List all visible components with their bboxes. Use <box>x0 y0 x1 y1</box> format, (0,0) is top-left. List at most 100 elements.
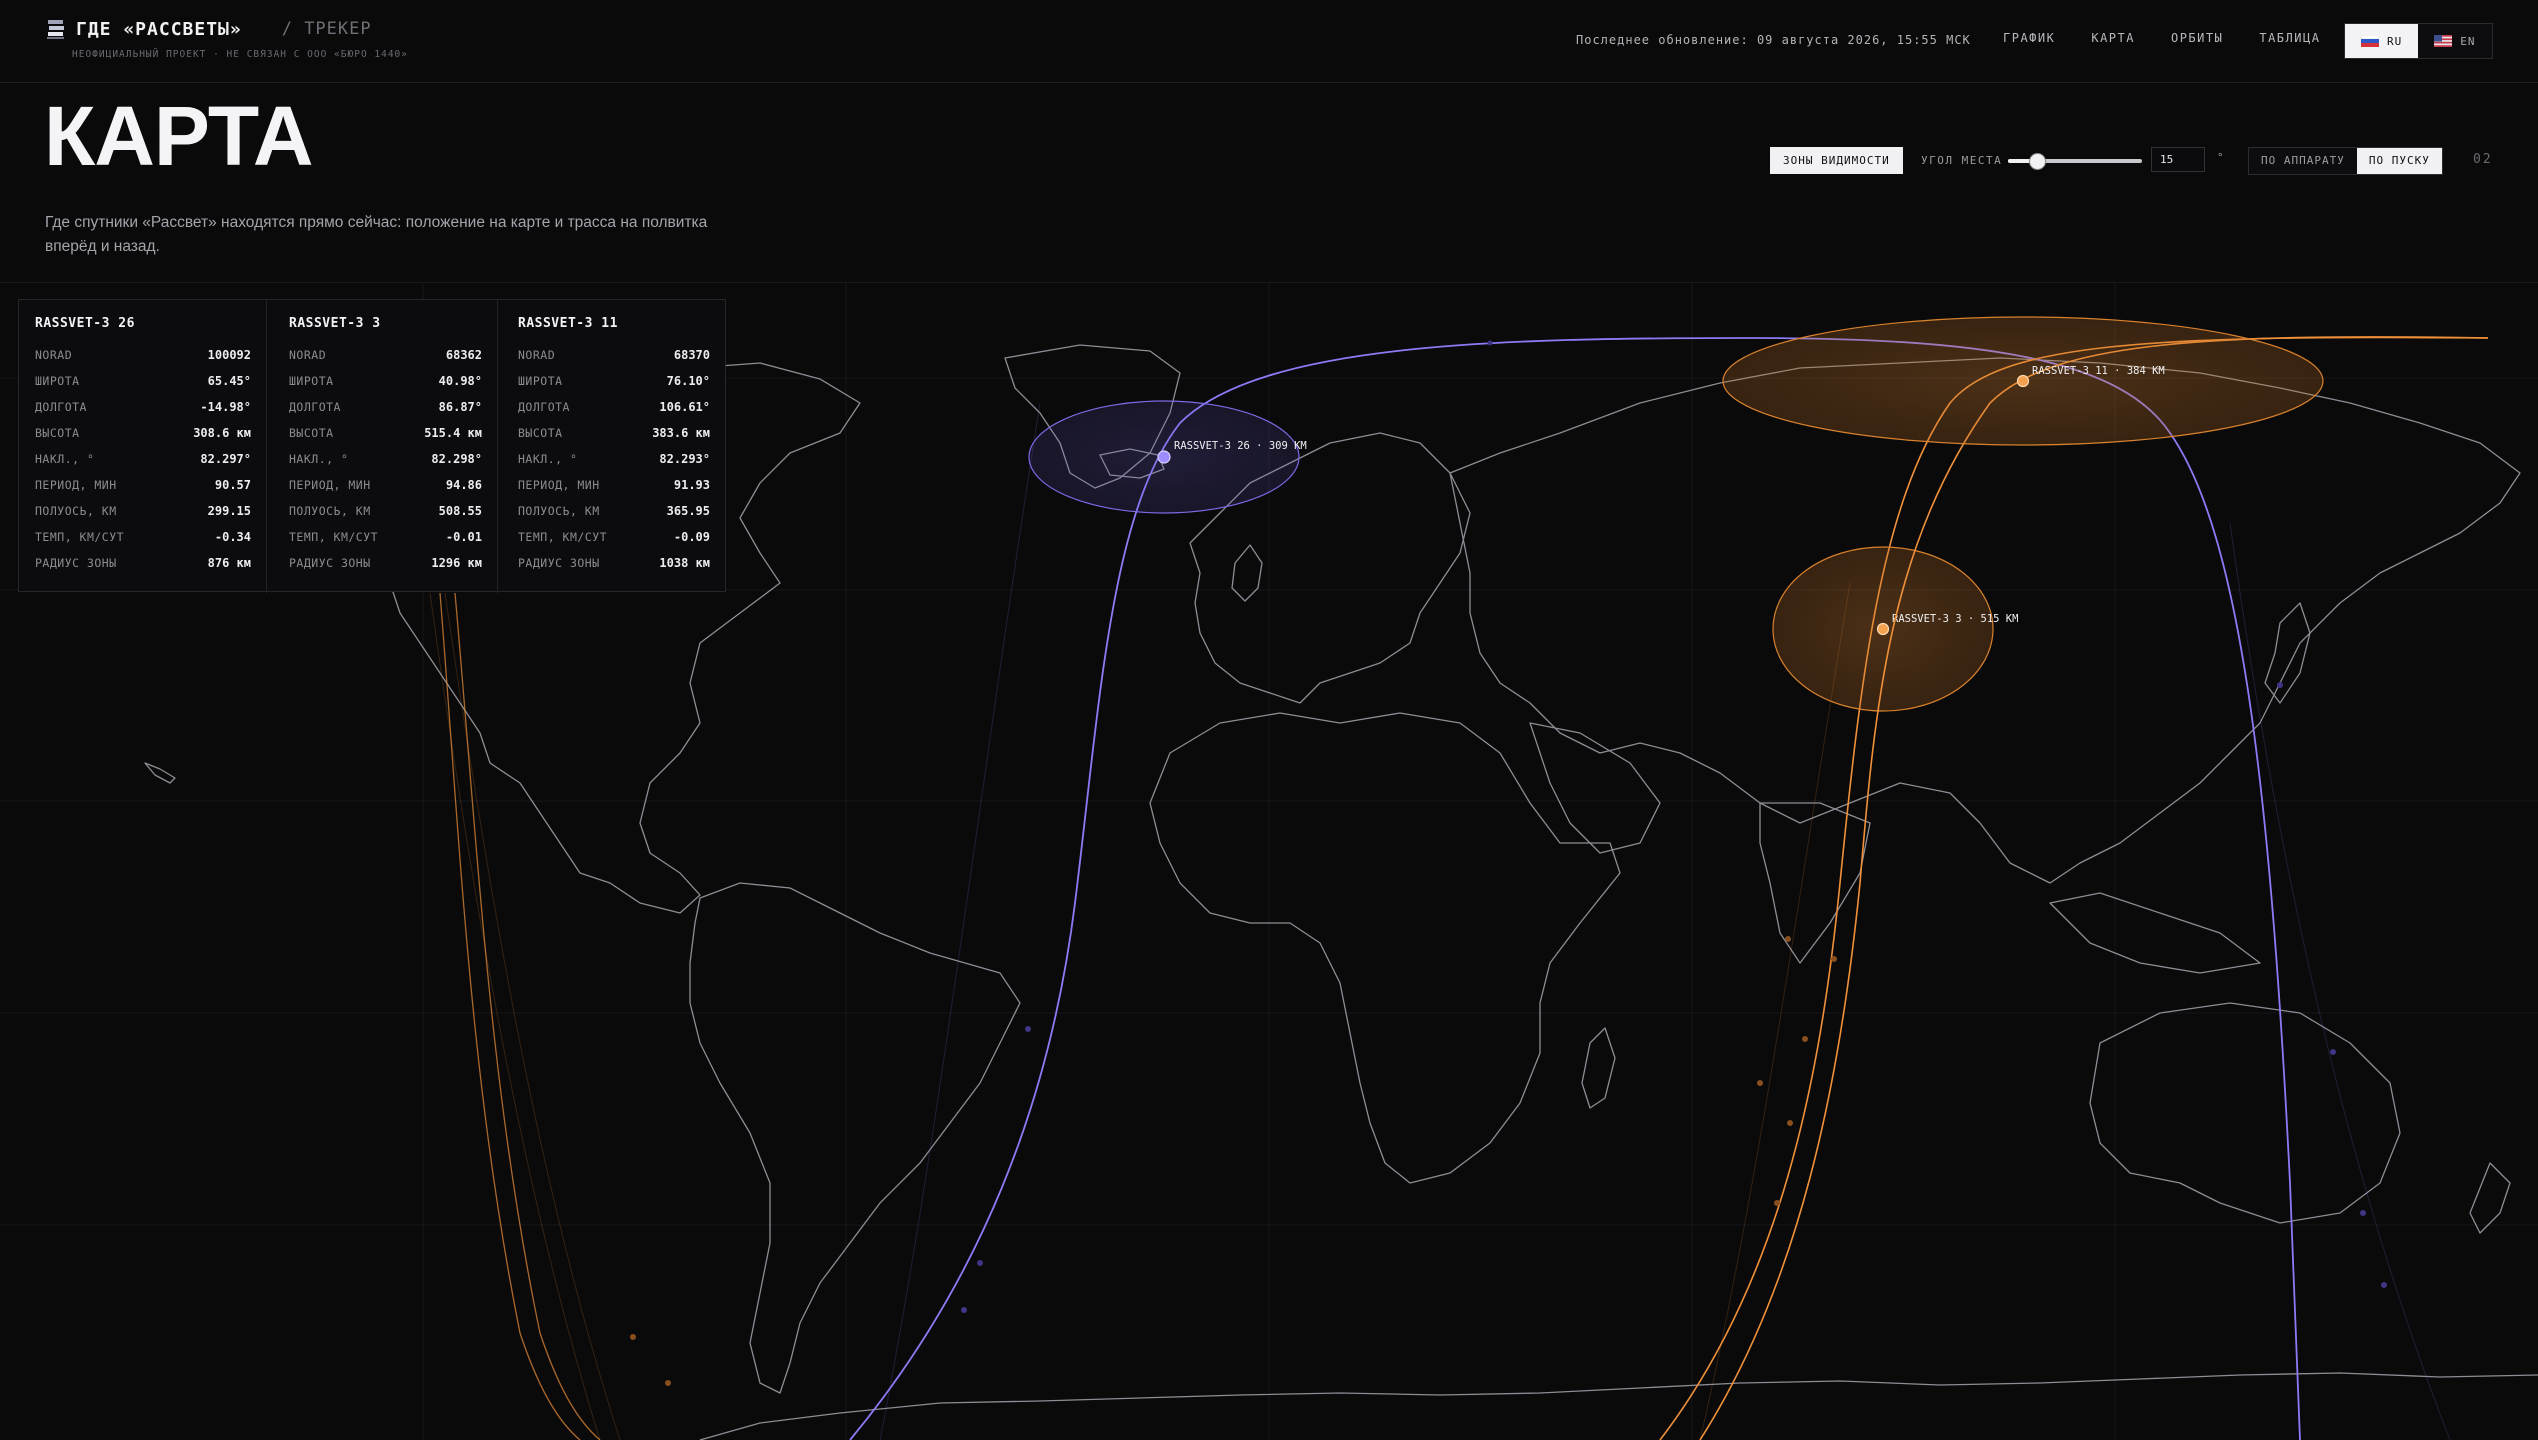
mode-by-satellite-button[interactable]: ПО АППАРАТУ <box>2249 148 2357 174</box>
info-key: ШИРОТА <box>289 374 334 388</box>
info-key: ДОЛГОТА <box>35 400 87 414</box>
info-value: 308.6 км <box>193 426 251 440</box>
sat-dot <box>1025 1026 1031 1032</box>
info-value: 106.61° <box>659 400 710 414</box>
south-america-outline <box>689 882 1021 1394</box>
info-key: NORAD <box>35 348 73 362</box>
info-value: 94.86 <box>445 478 482 492</box>
nav-link-orbits[interactable]: ОРБИТЫ <box>2171 31 2223 45</box>
info-value: 91.93 <box>673 478 710 492</box>
sat-name: RASSVET-3 11 <box>518 316 618 331</box>
faint-track-bundle <box>429 402 2451 1440</box>
info-key: ШИРОТА <box>35 374 80 388</box>
info-key: NORAD <box>289 348 327 362</box>
lang-button-ru[interactable]: RU <box>2345 24 2419 58</box>
sat-11-track <box>1699 336 2489 1440</box>
sat-26-group: RASSVET-3 26 · 309 KM <box>849 337 2301 1440</box>
info-value: 82.297° <box>200 452 251 466</box>
info-key: ДОЛГОТА <box>289 400 341 414</box>
page-description: Где спутники «Рассвет» находятся прямо с… <box>45 214 708 255</box>
sat-info-26[interactable]: RASSVET-3 26 NORAD 100092 ШИРОТА 65.45° ДО… <box>35 300 267 593</box>
sat-dot <box>1787 1120 1793 1126</box>
brand[interactable]: ГДЕ «РАССВЕТЫ» / ТРЕКЕР <box>46 18 372 40</box>
page-title: КАРТА <box>44 89 314 183</box>
info-value: 86.87° <box>438 400 482 414</box>
info-row: NORAD 100092 <box>35 342 251 368</box>
info-row: ВЫСОТА 308.6 км <box>35 420 251 446</box>
brand-section: / ТРЕКЕР <box>281 19 372 39</box>
sat-dot <box>1774 1200 1780 1206</box>
info-row: ПЕРИОД, МИН 90.57 <box>35 472 251 498</box>
server-stack-icon <box>47 20 64 39</box>
satellite-info-panel: RASSVET-3 26 NORAD 100092 ШИРОТА 65.45° ДО… <box>18 299 726 593</box>
info-row: НАКЛ., ° 82.293° <box>518 446 710 472</box>
sat-dot <box>1487 340 1493 346</box>
constellation-dots <box>630 340 2387 1386</box>
top-bar: ГДЕ «РАССВЕТЫ» / ТРЕКЕР НЕОФИЦИАЛЬНЫЙ ПР… <box>0 0 2538 83</box>
info-key: ТЕМП, КМ/СУТ <box>289 530 379 544</box>
info-row: ТЕМП, КМ/СУТ -0.01 <box>289 524 482 550</box>
info-value: 82.293° <box>659 452 710 466</box>
sat-11-marker[interactable] <box>2016 374 2030 388</box>
info-row: ШИРОТА 40.98° <box>289 368 482 394</box>
sat-26-marker[interactable] <box>1157 450 1171 464</box>
info-key: ПОЛУОСЬ, КМ <box>35 504 117 518</box>
info-row: НАКЛ., ° 82.297° <box>35 446 251 472</box>
lang-button-en[interactable]: EN <box>2418 24 2492 58</box>
sat-dot <box>2381 1282 2387 1288</box>
nav-link-chart[interactable]: ГРАФИК <box>2003 31 2055 45</box>
elevation-slider-thumb[interactable] <box>2029 153 2047 170</box>
russia-flag-icon <box>2361 35 2379 47</box>
info-key: ПОЛУОСЬ, КМ <box>518 504 600 518</box>
info-row: NORAD 68370 <box>518 342 710 368</box>
sat-3-map-label: RASSVET-3 3 · 515 KM <box>1892 613 2018 625</box>
sat-dot <box>2277 682 2283 688</box>
info-row: ПЕРИОД, МИН 94.86 <box>289 472 482 498</box>
info-row: ТЕМП, КМ/СУТ -0.09 <box>518 524 710 550</box>
info-key: НАКЛ., ° <box>289 452 349 466</box>
info-key: ПЕРИОД, МИН <box>35 478 117 492</box>
info-value: 68370 <box>673 348 710 362</box>
info-key: НАКЛ., ° <box>518 452 578 466</box>
british-isles-outline <box>1231 544 1263 602</box>
info-value: -0.09 <box>673 530 710 544</box>
sat-dot <box>665 1380 671 1386</box>
color-mode-group: ПО АППАРАТУ ПО ПУСКУ <box>2248 147 2443 175</box>
info-key: ВЫСОТА <box>289 426 334 440</box>
info-row: ШИРОТА 65.45° <box>35 368 251 394</box>
sat-info-11[interactable]: RASSVET-3 11 NORAD 68370 ШИРОТА 76.10° ДОЛ… <box>497 300 726 593</box>
sat-11-group: RASSVET-3 11 · 384 KM <box>1699 316 2489 1440</box>
nav-link-map[interactable]: КАРТА <box>2091 31 2135 45</box>
info-key: ВЫСОТА <box>518 426 563 440</box>
info-key: ШИРОТА <box>518 374 563 388</box>
info-row: РАДИУС ЗОНЫ 1296 км <box>289 550 482 576</box>
info-row: ДОЛГОТА -14.98° <box>35 394 251 420</box>
sat-info-3[interactable]: RASSVET-3 3 NORAD 68362 ШИРОТА 40.98° ДОЛГ… <box>266 300 498 593</box>
elevation-slider[interactable] <box>2008 153 2142 170</box>
mode-by-launch-button[interactable]: ПО ПУСКУ <box>2356 148 2442 174</box>
info-key: ТЕМП, КМ/СУТ <box>518 530 608 544</box>
nav-link-table[interactable]: ТАБЛИЦА <box>2259 31 2320 45</box>
info-value: 365.95 <box>666 504 710 518</box>
info-row: ТЕМП, КМ/СУТ -0.34 <box>35 524 251 550</box>
visibility-zones-toggle[interactable]: ЗОНЫ ВИДИМОСТИ <box>1770 147 1903 174</box>
info-value: 82.298° <box>431 452 482 466</box>
info-value: 1296 км <box>431 556 482 570</box>
sat-dot <box>961 1307 967 1313</box>
info-row: ШИРОТА 76.10° <box>518 368 710 394</box>
madagascar-outline <box>1581 1027 1616 1109</box>
info-row: ВЫСОТА 515.4 км <box>289 420 482 446</box>
sat-3-group: RASSVET-3 3 · 515 KM <box>1659 336 2489 1440</box>
sat-3-track <box>1659 336 2489 1440</box>
elevation-unit: ° <box>2217 151 2224 164</box>
info-row: ВЫСОТА 383.6 км <box>518 420 710 446</box>
sat-name: RASSVET-3 26 <box>35 316 135 331</box>
elevation-input[interactable] <box>2151 147 2205 172</box>
info-key: ТЕМП, КМ/СУТ <box>35 530 125 544</box>
sat-dot <box>630 1334 636 1340</box>
brand-subtitle: НЕОФИЦИАЛЬНЫЙ ПРОЕКТ · НЕ СВЯЗАН С ООО «… <box>72 49 408 60</box>
info-value: 876 км <box>207 556 251 570</box>
elevation-label: УГОЛ МЕСТА <box>1921 154 2003 167</box>
sat-3-marker[interactable] <box>1876 622 1890 636</box>
info-value: 1038 км <box>659 556 710 570</box>
